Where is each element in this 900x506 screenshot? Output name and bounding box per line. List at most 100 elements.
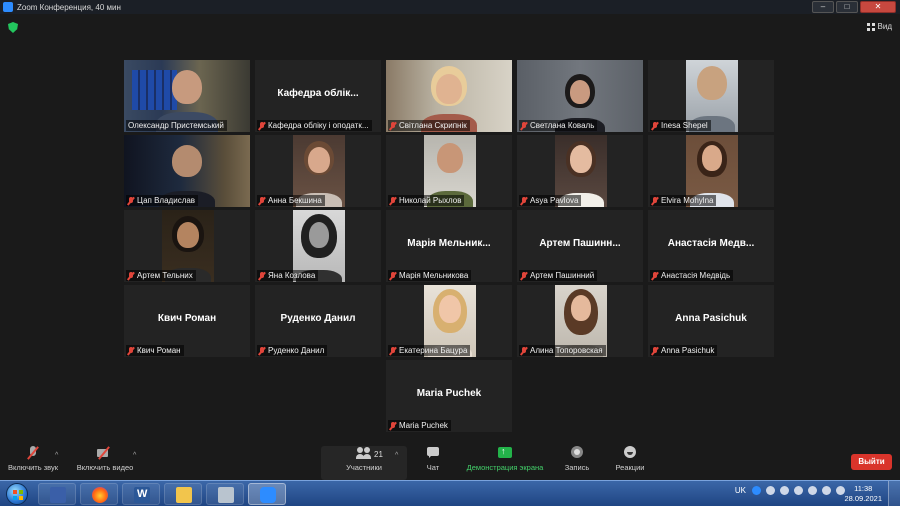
participant-tile[interactable]: Inesa Shepel [648, 60, 774, 132]
participant-tile[interactable]: Олександр Пристемський [124, 60, 250, 132]
participant-center-name: Кафедра облік... [277, 88, 359, 99]
clock-time: 11:38 [854, 484, 873, 493]
taskbar-clock[interactable]: 11:38 28.09.2021 [844, 484, 882, 504]
title-bar: Zoom Конференция, 40 мин – □ ✕ [0, 0, 900, 14]
participant-tile[interactable]: Яна Козлова [255, 210, 381, 282]
participant-tile[interactable]: Цап Владислав [124, 135, 250, 207]
reactions-label: Реакции [615, 463, 645, 472]
participant-name: Anna Pasichuk [661, 346, 715, 355]
close-button[interactable]: ✕ [860, 1, 896, 13]
tray-app-icon[interactable] [780, 486, 789, 495]
participant-name: Elvira Mohylna [661, 196, 714, 205]
participant-tile[interactable]: Світлана Скрипнік [386, 60, 512, 132]
maximize-button[interactable]: □ [836, 1, 858, 13]
chat-button[interactable]: Чат [416, 446, 450, 472]
participant-name: Яна Козлова [268, 271, 316, 280]
participant-name-label: Руденко Данил [257, 345, 328, 356]
tray-app-icon[interactable] [766, 486, 775, 495]
windows-taskbar: UK 11:38 28.09.2021 [0, 480, 900, 506]
taskbar-app-firefox[interactable] [80, 483, 118, 505]
participant-tile[interactable]: Asya Pavlova [517, 135, 643, 207]
participant-tile[interactable]: Алина Топоровская [517, 285, 643, 357]
participant-center-name: Maria Puchek [416, 388, 482, 399]
reactions-button[interactable]: Реакции [610, 446, 650, 472]
start-button[interactable] [6, 483, 28, 505]
taskbar-app-save[interactable] [38, 483, 76, 505]
participants-icon [356, 446, 372, 460]
leave-meeting-button[interactable]: Выйти [851, 454, 892, 470]
participant-name-label: Inesa Shepel [650, 120, 711, 131]
show-desktop-button[interactable] [888, 481, 900, 506]
participant-center-name: Anna Pasichuk [675, 313, 747, 324]
record-button[interactable]: Запись [560, 446, 594, 472]
flag-icon[interactable] [808, 486, 817, 495]
participant-tile[interactable]: Николай Рыхлов [386, 135, 512, 207]
mic-muted-icon [128, 196, 134, 205]
participant-center-name: Марія Мельник... [407, 238, 491, 249]
unmute-label: Включить звук [7, 463, 59, 472]
participant-tile[interactable]: Артем Тельних [124, 210, 250, 282]
chat-icon [425, 446, 441, 460]
video-options-chevron-up-icon[interactable]: ^ [133, 452, 136, 459]
mic-muted-icon [390, 271, 396, 280]
participant-name: Inesa Shepel [661, 121, 708, 130]
participant-tile[interactable]: Анна Бекшина [255, 135, 381, 207]
participant-name-label: Анастасія Медвідь [650, 270, 734, 281]
mic-muted-icon [259, 196, 265, 205]
taskbar-app-explorer[interactable] [164, 483, 202, 505]
participant-name-label: Олександр Пристемський [126, 120, 227, 131]
participant-tile[interactable]: Elvira Mohylna [648, 135, 774, 207]
participant-tile[interactable]: Квич Роман Квич Роман [124, 285, 250, 357]
help-icon[interactable] [752, 486, 761, 495]
start-video-button[interactable]: Включить видео [74, 446, 136, 472]
participant-tile[interactable]: Maria Puchek Maria Puchek [386, 360, 512, 432]
participant-tile[interactable]: Светлана Коваль [517, 60, 643, 132]
participant-name: Екатерина Бацура [399, 346, 468, 355]
reactions-icon [622, 446, 638, 460]
minimize-button[interactable]: – [812, 1, 834, 13]
gallery-view: Олександр Пристемський Кафедра облік... … [0, 42, 900, 442]
microphone-muted-icon [25, 446, 41, 460]
zoom-logo-icon [3, 2, 13, 12]
window-controls: – □ ✕ [810, 0, 900, 14]
grid-icon [866, 22, 875, 31]
participant-name-label: Яна Козлова [257, 270, 319, 281]
participant-name-label: Екатерина Бацура [388, 345, 471, 356]
participants-options-chevron-up-icon[interactable]: ^ [395, 452, 398, 459]
participant-name: Анна Бекшина [268, 196, 322, 205]
view-button[interactable]: Вид [866, 22, 892, 31]
mic-muted-icon [521, 346, 527, 355]
participant-name-label: Светлана Коваль [519, 120, 598, 131]
unmute-button[interactable]: Включить звук [4, 446, 62, 472]
audio-options-chevron-up-icon[interactable]: ^ [55, 452, 58, 459]
mic-muted-icon [390, 196, 396, 205]
participant-name-label: Артем Тельних [126, 270, 196, 281]
participant-name-label: Анна Бекшина [257, 195, 325, 206]
participant-tile[interactable]: Артем Пашинн... Артем Пашинний [517, 210, 643, 282]
shield-icon[interactable] [8, 22, 18, 33]
calculator-icon [218, 487, 234, 503]
participant-tile[interactable]: Анастасія Медв... Анастасія Медвідь [648, 210, 774, 282]
start-video-label: Включить видео [76, 463, 134, 472]
participant-name-label: Артем Пашинний [519, 270, 598, 281]
language-indicator[interactable]: UK [735, 486, 746, 495]
taskbar-app-calculator[interactable] [206, 483, 244, 505]
share-screen-label: Демонстрация экрана [466, 463, 544, 472]
participant-tile[interactable]: Марія Мельник... Марія Мельникова [386, 210, 512, 282]
network-icon[interactable] [822, 486, 831, 495]
mic-muted-icon [259, 271, 265, 280]
participant-name: Asya Pavlova [530, 196, 579, 205]
taskbar-app-zoom[interactable] [248, 483, 286, 505]
mic-muted-icon [652, 346, 658, 355]
tray-app-icon[interactable] [794, 486, 803, 495]
record-label: Запись [564, 463, 590, 472]
participant-tile[interactable]: Екатерина Бацура [386, 285, 512, 357]
participant-tile[interactable]: Кафедра облік... Кафедра обліку і оподат… [255, 60, 381, 132]
mic-muted-icon [390, 346, 396, 355]
participants-button[interactable]: Участники [336, 446, 392, 472]
participant-tile[interactable]: Руденко Данил Руденко Данил [255, 285, 381, 357]
participant-tile[interactable]: Anna Pasichuk Anna Pasichuk [648, 285, 774, 357]
taskbar-app-word[interactable] [122, 483, 160, 505]
participant-name-label: Марія Мельникова [388, 270, 472, 281]
share-screen-button[interactable]: Демонстрация экрана [462, 446, 548, 472]
